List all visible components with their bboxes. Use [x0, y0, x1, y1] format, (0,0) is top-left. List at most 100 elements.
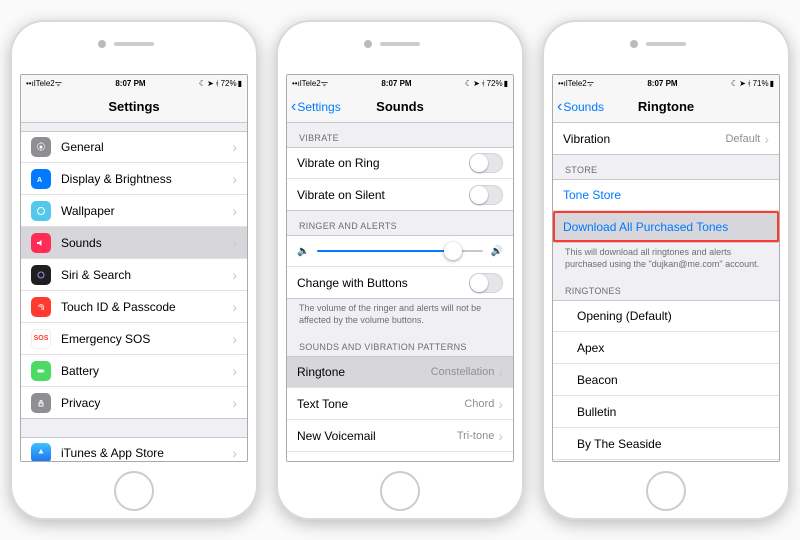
gear-icon — [31, 137, 51, 157]
row-sos[interactable]: SOSEmergency SOS› — [21, 323, 247, 355]
wallpaper-icon — [31, 201, 51, 221]
home-button[interactable] — [646, 471, 686, 511]
switch-vibrate-ring[interactable] — [469, 153, 503, 173]
row-label: Download All Purchased Tones — [563, 220, 769, 234]
dnd-icon: ☾ — [199, 79, 206, 88]
chevron-icon: › — [232, 299, 237, 315]
chevron-icon: › — [232, 445, 237, 461]
row-itunes[interactable]: iTunes & App Store› — [21, 437, 247, 461]
row-label: Bulletin — [563, 405, 769, 419]
row-tone-store[interactable]: Tone Store — [553, 179, 779, 211]
signal-icon: ••ıl — [292, 79, 302, 88]
wifi-icon: ᯤ — [55, 78, 62, 89]
carrier: Tele2 — [302, 79, 321, 88]
row-siri[interactable]: Siri & Search› — [21, 259, 247, 291]
home-button[interactable] — [380, 471, 420, 511]
row-ringtone-item[interactable]: Beacon — [553, 364, 779, 396]
chevron-icon: › — [232, 203, 237, 219]
switch-change-buttons[interactable] — [469, 273, 503, 293]
row-text-tone[interactable]: Text ToneChord› — [287, 388, 513, 420]
row-label: Vibrate on Ring — [297, 156, 469, 170]
chevron-icon: › — [232, 395, 237, 411]
row-label: Display & Brightness — [61, 172, 232, 186]
chevron-icon: › — [498, 364, 503, 380]
status-time: 8:07 PM — [328, 79, 465, 88]
row-value: Default — [725, 133, 760, 145]
row-battery[interactable]: Battery› — [21, 355, 247, 387]
footer-store: This will download all ringtones and ale… — [553, 243, 779, 276]
carrier: Tele2 — [568, 79, 587, 88]
section-header-patterns: SOUNDS AND VIBRATION PATTERNS — [287, 332, 513, 356]
wifi-icon: ᯤ — [587, 78, 594, 89]
switch-vibrate-silent[interactable] — [469, 185, 503, 205]
battery-icon: ▮ — [770, 79, 774, 88]
chevron-icon: › — [498, 460, 503, 461]
appstore-icon — [31, 443, 51, 461]
chevron-icon: › — [764, 131, 769, 147]
chevron-icon: › — [498, 396, 503, 412]
row-sounds[interactable]: Sounds› — [21, 227, 247, 259]
home-button[interactable] — [114, 471, 154, 511]
row-ringtone-item[interactable]: Apex — [553, 332, 779, 364]
row-ringtone-item[interactable]: Bulletin — [553, 396, 779, 428]
chevron-icon: › — [232, 139, 237, 155]
row-vibrate-silent[interactable]: Vibrate on Silent — [287, 179, 513, 211]
row-general[interactable]: General› — [21, 131, 247, 163]
row-ringtone-item[interactable]: Chimes — [553, 460, 779, 461]
chevron-icon: › — [232, 331, 237, 347]
row-label: Vibrate on Silent — [297, 188, 469, 202]
row-vibration[interactable]: VibrationDefault › — [553, 123, 779, 155]
siri-icon — [31, 265, 51, 285]
row-label: New Voicemail — [297, 429, 457, 443]
row-touchid[interactable]: Touch ID & Passcode› — [21, 291, 247, 323]
section-header-ringer: RINGER AND ALERTS — [287, 211, 513, 235]
location-icon: ➤ — [739, 79, 746, 88]
sounds-list[interactable]: VIBRATE Vibrate on Ring Vibrate on Silen… — [287, 123, 513, 461]
volume-low-icon: 🔈 — [297, 246, 309, 257]
phone-sounds: ••ıl Tele2 ᯤ 8:07 PM ☾ ➤ ᚼ 72% ▮ ‹Settin… — [276, 20, 524, 520]
row-wallpaper[interactable]: Wallpaper› — [21, 195, 247, 227]
row-ringtone-item[interactable]: Opening (Default) — [553, 300, 779, 332]
signal-icon: ••ıl — [26, 79, 36, 88]
row-ringtone[interactable]: RingtoneConstellation› — [287, 356, 513, 388]
row-display[interactable]: ADisplay & Brightness› — [21, 163, 247, 195]
chevron-icon: › — [232, 171, 237, 187]
chevron-icon: › — [232, 235, 237, 251]
row-label: Change with Buttons — [297, 276, 469, 290]
row-label: Vibration — [563, 132, 725, 146]
carrier: Tele2 — [36, 79, 55, 88]
row-label: By The Seaside — [563, 437, 769, 451]
row-download-all[interactable]: Download All Purchased Tones — [553, 211, 779, 243]
dnd-icon: ☾ — [465, 79, 472, 88]
section-header-vibrate: VIBRATE — [287, 123, 513, 147]
sounds-icon — [31, 233, 51, 253]
phone-ringtone: ••ıl Tele2 ᯤ 8:07 PM ☾ ➤ ᚼ 71% ▮ ‹Sounds… — [542, 20, 790, 520]
privacy-icon — [31, 393, 51, 413]
row-new-voicemail[interactable]: New VoicemailTri-tone› — [287, 420, 513, 452]
row-ringtone-item[interactable]: By The Seaside — [553, 428, 779, 460]
settings-list[interactable]: General› ADisplay & Brightness› Wallpape… — [21, 123, 247, 461]
ringtone-list[interactable]: VibrationDefault› STORE Tone Store Downl… — [553, 123, 779, 461]
row-label: Ringtone — [297, 365, 431, 379]
row-label: Sounds — [61, 236, 232, 250]
row-label: Wallpaper — [61, 204, 232, 218]
back-button[interactable]: ‹Settings — [287, 98, 341, 116]
status-time: 8:07 PM — [594, 79, 731, 88]
back-button[interactable]: ‹Sounds — [553, 98, 604, 116]
battery-pct: 72% — [221, 79, 237, 88]
battery-pct: 71% — [753, 79, 769, 88]
phone-settings: ••ıl Tele2 ᯤ 8:07 PM ☾ ➤ ᚼ 72% ▮ Setting… — [10, 20, 258, 520]
dnd-icon: ☾ — [731, 79, 738, 88]
row-new-mail[interactable]: New MailDing› — [287, 452, 513, 461]
row-privacy[interactable]: Privacy› — [21, 387, 247, 419]
volume-slider[interactable] — [317, 250, 482, 252]
volume-high-icon: 🔊 — [491, 246, 503, 257]
back-label: Settings — [297, 100, 340, 114]
row-volume-slider[interactable]: 🔈 🔊 — [287, 235, 513, 267]
row-change-buttons[interactable]: Change with Buttons — [287, 267, 513, 299]
back-label: Sounds — [563, 100, 604, 114]
row-value: Tri-tone — [457, 430, 495, 442]
location-icon: ➤ — [207, 79, 214, 88]
row-vibrate-ring[interactable]: Vibrate on Ring — [287, 147, 513, 179]
bluetooth-icon: ᚼ — [747, 79, 752, 88]
